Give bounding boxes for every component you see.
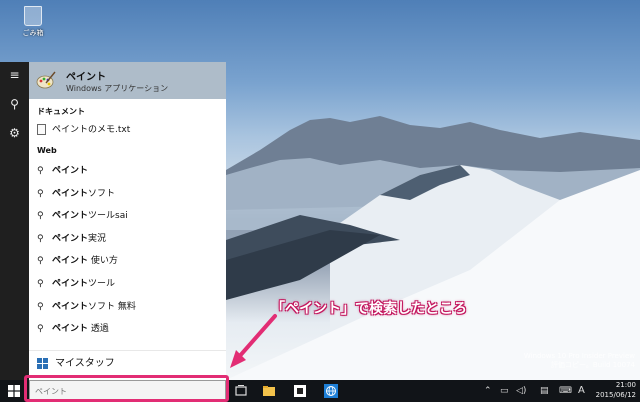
best-match-subtitle: Windows アプリケーション — [66, 84, 169, 93]
web-result-bold: ペイント — [52, 166, 89, 176]
web-result-bold: ペイント — [52, 256, 89, 267]
windows-logo-icon — [37, 357, 48, 369]
document-result[interactable]: ペイントのメモ.txt — [37, 122, 217, 136]
recycle-bin[interactable]: ごみ箱 — [16, 6, 50, 38]
magnifier-icon: ⚲ — [37, 211, 44, 222]
magnifier-icon: ⚲ — [37, 256, 44, 267]
magnifier-icon: ⚲ — [37, 166, 44, 176]
hamburger-menu-icon[interactable]: ≡ — [7, 68, 22, 83]
magnifier-icon: ⚲ — [37, 278, 44, 289]
web-result[interactable]: ⚲ ペイント実況 — [29, 228, 226, 251]
web-result-rest: ツールsai — [88, 211, 128, 222]
clock-date: 2015/06/12 — [595, 390, 636, 399]
web-result[interactable]: ⚲ ペイント 使い方 — [29, 250, 226, 273]
web-result-rest: 透過 — [88, 324, 109, 335]
web-result-bold: ペイント — [52, 233, 89, 244]
search-box — [29, 380, 226, 402]
settings-gear-icon[interactable]: ⚙ — [7, 126, 22, 141]
watermark-line-2: 評価コピー。Build 10074 — [551, 361, 635, 369]
file-explorer-icon[interactable] — [262, 384, 276, 398]
web-result[interactable]: ⚲ ペイントツール — [29, 273, 226, 296]
web-result-bold: ペイント — [52, 188, 89, 199]
browser-globe-icon[interactable] — [324, 384, 338, 398]
web-results-list: ⚲ ペイント ⚲ ペイントソフト ⚲ ペイントツールsai ⚲ ペイント実況 ⚲ ペイント… — [29, 160, 226, 341]
my-stuff-button[interactable]: マイスタッフ — [29, 350, 226, 376]
annotation-caption: 「ペイント」で検索したところ — [271, 301, 467, 317]
ime-indicator[interactable]: A — [578, 385, 585, 397]
web-result[interactable]: ⚲ ペイントツールsai — [29, 205, 226, 228]
chevron-up-icon[interactable]: ⌃ — [484, 385, 492, 397]
clock-time: 21:00 — [615, 381, 636, 389]
web-result-bold: ペイント — [52, 301, 89, 312]
paint-app-icon — [36, 71, 56, 89]
document-result-label: ペイントのメモ.txt — [52, 125, 131, 135]
magnifier-icon: ⚲ — [37, 324, 44, 335]
watermark-line-1: Windows 10 Pro Insider Preview — [523, 352, 635, 360]
magnifier-icon: ⚲ — [37, 188, 44, 199]
magnifier-icon: ⚲ — [37, 301, 44, 312]
recycle-bin-icon — [24, 6, 42, 26]
best-match-paint-app[interactable]: ペイント Windows アプリケーション — [29, 62, 226, 99]
search-icon[interactable]: ⚲ — [7, 97, 22, 112]
search-results-panel: ペイント Windows アプリケーション ドキュメント ペイントのメモ.txt… — [29, 62, 226, 380]
documents-header: ドキュメント — [37, 107, 85, 116]
magnifier-icon: ⚲ — [37, 233, 44, 244]
network-icon[interactable]: ▭ — [500, 385, 509, 397]
web-result-rest: ソフト 無料 — [88, 301, 136, 312]
web-result-rest: ツール — [88, 278, 116, 289]
my-stuff-label: マイスタッフ — [55, 358, 115, 369]
store-icon[interactable] — [293, 384, 307, 398]
build-watermark: Windows 10 Pro Insider Preview 評価コピー。Bui… — [524, 352, 635, 370]
web-result-rest: 使い方 — [88, 256, 118, 267]
best-match-title: ペイント — [66, 72, 106, 83]
search-input[interactable] — [30, 381, 225, 401]
web-result[interactable]: ⚲ ペイントソフト 無料 — [29, 296, 226, 319]
web-header: Web — [37, 146, 57, 155]
web-result[interactable]: ⚲ ペイント 透過 — [29, 318, 226, 341]
web-result-bold: ペイント — [52, 278, 89, 289]
web-result-bold: ペイント — [52, 324, 89, 335]
volume-icon[interactable]: ◁) — [516, 385, 526, 397]
web-result-rest: 実況 — [88, 233, 107, 244]
web-result-rest: ソフト — [88, 188, 116, 199]
task-view-icon[interactable] — [234, 384, 248, 398]
clock[interactable]: 21:00 2015/06/12 — [596, 381, 636, 400]
action-center-icon[interactable]: ▤ — [540, 385, 549, 397]
web-result[interactable]: ⚲ ペイント — [29, 160, 226, 183]
text-file-icon — [37, 124, 46, 135]
web-result[interactable]: ⚲ ペイントソフト — [29, 183, 226, 206]
web-result-bold: ペイント — [52, 211, 89, 222]
recycle-bin-label: ごみ箱 — [22, 29, 44, 37]
start-windows-icon[interactable] — [8, 385, 20, 397]
keyboard-icon[interactable]: ⌨ — [559, 385, 572, 397]
start-menu-rail: ≡ ⚲ ⚙ — [0, 62, 29, 380]
